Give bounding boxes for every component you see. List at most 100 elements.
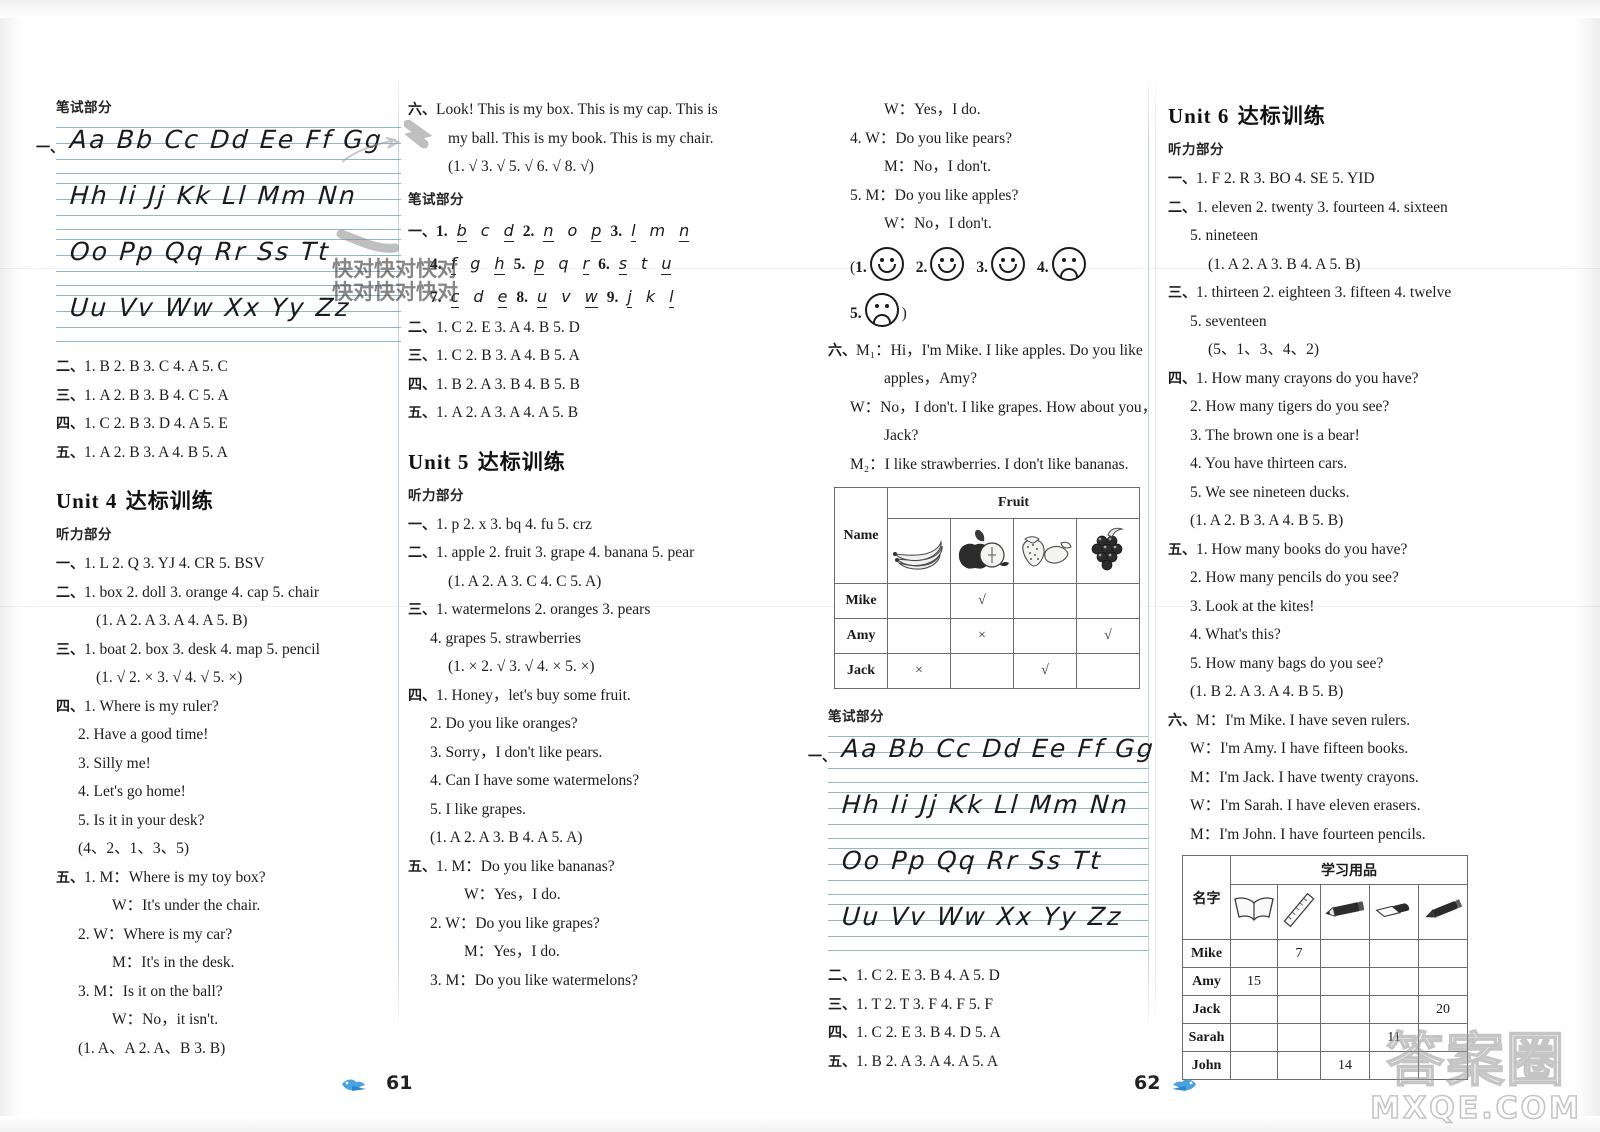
- answer-line: 二、1. box 2. doll 3. orange 4. cap 5. cha…: [56, 583, 320, 601]
- answer-line: 五、1. B 2. A 3. A 4. A 5. A: [828, 1052, 999, 1070]
- table-row: Mike 7: [1182, 939, 1468, 968]
- handwriting-row: Uu Vv Ww Xx Yy Zz: [828, 900, 1148, 952]
- apple-icon: [950, 518, 1014, 584]
- supplies-cell: [1277, 995, 1321, 1024]
- answer-line: 四、1. Where is my ruler?: [56, 697, 219, 715]
- crayon-icon: [1418, 884, 1468, 940]
- answer-line: W：No，it isn't.: [112, 1011, 219, 1028]
- answer-line: 5. seventeen: [1190, 312, 1267, 330]
- answer-line: 一、1. p 2. x 3. bq 4. fu 5. crz: [408, 515, 592, 533]
- supplies-cell: [1369, 995, 1419, 1024]
- answer-line: (1. √ 3. √ 5. √ 6. √ 8. √): [448, 158, 594, 175]
- alphabet-line: Oo Pp Qq Rr Ss Tt: [840, 846, 1104, 875]
- supplies-cell: 14: [1320, 1051, 1370, 1080]
- fruit-table-name-header: Name: [834, 487, 888, 584]
- supplies-cell: [1230, 1023, 1278, 1052]
- answer-line: 二、1. C 2. E 3. A 4. B 5. D: [408, 318, 580, 336]
- answer-line: 3. M：Is it on the ball?: [78, 982, 223, 1000]
- answer-line: W：I'm Amy. I have fifteen books.: [1190, 740, 1409, 757]
- answer-line: 2. W：Do you like grapes?: [430, 914, 600, 932]
- supplies-cell: [1320, 939, 1370, 968]
- answer-line: 5. How many bags do you see?: [1190, 654, 1384, 672]
- bird-icon: [1170, 1076, 1200, 1098]
- supplies-cell: [1320, 1023, 1370, 1052]
- answer-line: 二、1. B 2. B 3. C 4. A 5. C: [56, 358, 228, 375]
- answer-line: 5. Is it in your desk?: [78, 811, 205, 829]
- faces-answer-line: (1. 2. 3. 4.: [828, 245, 1148, 291]
- supplies-cell: [1418, 1023, 1468, 1052]
- grape-icon: [1076, 518, 1140, 584]
- answer-line: 3. M：Do you like watermelons?: [430, 971, 638, 989]
- table-row: Mike √: [834, 583, 1140, 619]
- fruit-table: Name Fruit Mike √ Amy × √ Jack × √: [834, 487, 1140, 689]
- alphabet-lead-label: 一、: [36, 140, 64, 156]
- answer-line: 一、1. L 2. Q 3. YJ 4. CR 5. BSV: [56, 555, 265, 572]
- answer-line: 3. Sorry，I don't like pears.: [430, 743, 603, 761]
- answer-line: (1. A 2. A 3. B 4. A 5. B): [1208, 255, 1361, 273]
- fruit-cell: [1013, 618, 1077, 654]
- alphabet-line: Aa Bb Cc Dd Ee Ff Gg: [68, 125, 385, 154]
- answer-line: 三、1. T 2. T 3. F 4. F 5. F: [828, 995, 993, 1013]
- fruit-cell: √: [1076, 618, 1140, 654]
- fruit-cell: [887, 618, 951, 654]
- answer-line: (1. A 2. A 3. B 4. A 5. A): [430, 829, 583, 846]
- answer-line: 4. grapes 5. strawberries: [430, 629, 582, 647]
- answer-line: 2. How many tigers do you see?: [1190, 398, 1390, 415]
- supplies-row-name: Amy: [1182, 967, 1231, 996]
- scan-edge-top: [0, 0, 1600, 18]
- supplies-cell: [1418, 967, 1468, 996]
- alphabet-handwriting-block: 一、 Aa Bb Cc Dd Ee Ff Gg Hh Ii Jj Kk Ll M…: [808, 732, 1156, 952]
- answer-line: M：Yes，I do.: [464, 943, 560, 960]
- fruit-row-name: Amy: [834, 618, 888, 654]
- answer-line: 2. Do you like oranges?: [430, 715, 578, 732]
- table-row: Sarah 11: [1182, 1023, 1468, 1052]
- happy-face-icon: [991, 246, 1026, 281]
- alphabet-line: Oo Pp Qq Rr Ss Tt: [68, 237, 332, 266]
- eraser-icon: [1369, 884, 1419, 940]
- supplies-table-name-header: 名字: [1182, 855, 1231, 940]
- table-row: John 14: [1182, 1051, 1468, 1080]
- supplies-table: 名字 学习用品 Mike 7 Amy 15 Jack 20 Sarah 11 J…: [1182, 855, 1468, 1080]
- written-part-header: 笔试部分: [408, 191, 464, 208]
- answer-line: 三、1. watermelons 2. oranges 3. pears: [408, 601, 651, 618]
- handwriting-row: Hh Ii Jj Kk Ll Mm Nn: [828, 788, 1148, 840]
- happy-face-icon: [869, 246, 904, 281]
- supplies-cell: 20: [1418, 995, 1468, 1024]
- answer-line: W：No，I don't.: [884, 215, 992, 232]
- unit-5-title: Unit 5 达标训练: [408, 449, 566, 474]
- answer-column-4: Unit 6 达标训练 听力部分 一、1. F 2. R 3. BO 4. SE…: [1168, 100, 1528, 1080]
- pencil-icon: [1320, 884, 1370, 940]
- alphabet-handwriting-block: 一、 Aa Bb Cc Dd Ee Ff Gg Hh Ii Jj Kk Ll M…: [36, 123, 401, 343]
- answer-line: 5. M：Do you like apples?: [850, 186, 1019, 204]
- supplies-table-top-header: 学习用品: [1230, 855, 1468, 885]
- answer-line: 5. I like grapes.: [430, 800, 526, 818]
- answer-line: 三、1. C 2. B 3. A 4. B 5. A: [408, 347, 580, 364]
- answer-line: 四、1. B 2. A 3. B 4. B 5. B: [408, 375, 580, 393]
- letters-row: 一、1. b c d 2. n o p 3. l m n: [408, 220, 690, 242]
- answer-line: apples，Amy?: [884, 370, 977, 387]
- fruit-cell: √: [950, 583, 1014, 619]
- answer-line: (1. × 2. √ 3. √ 4. × 5. ×): [448, 658, 595, 675]
- faces-answer-line: 5.): [828, 291, 1148, 337]
- answer-line: 4. What's this?: [1190, 626, 1281, 643]
- supplies-cell: [1369, 939, 1419, 968]
- answer-line: M：No，I don't.: [884, 158, 991, 175]
- happy-face-icon: [930, 246, 965, 281]
- alphabet-line: Hh Ii Jj Kk Ll Mm Nn: [840, 790, 1131, 819]
- answer-line: (1. A 2. A 3. A 4. A 5. B): [96, 612, 248, 629]
- supplies-cell: [1277, 1051, 1321, 1080]
- answer-line: 六、Look! This is my box. This is my cap. …: [408, 101, 718, 118]
- alphabet-line: Hh Ii Jj Kk Ll Mm Nn: [68, 181, 359, 210]
- written-part-header: 笔试部分: [56, 100, 112, 116]
- fruit-table-top-header: Fruit: [887, 487, 1140, 519]
- answer-line: 四、1. How many crayons do you have?: [1168, 369, 1419, 387]
- fruit-row-name: Mike: [834, 583, 888, 619]
- answer-line: 4. Can I have some watermelons?: [430, 772, 640, 789]
- answer-line: (1. √ 2. × 3. √ 4. √ 5. ×): [96, 669, 243, 686]
- sad-face-icon: [864, 292, 899, 327]
- supplies-cell: [1230, 995, 1278, 1024]
- answer-line: M：I'm John. I have fourteen pencils.: [1190, 825, 1426, 843]
- answer-column-2: 六、Look! This is my box. This is my cap. …: [408, 96, 758, 995]
- answer-line: 5. nineteen: [1190, 227, 1259, 244]
- answer-line: 2. How many pencils do you see?: [1190, 569, 1399, 586]
